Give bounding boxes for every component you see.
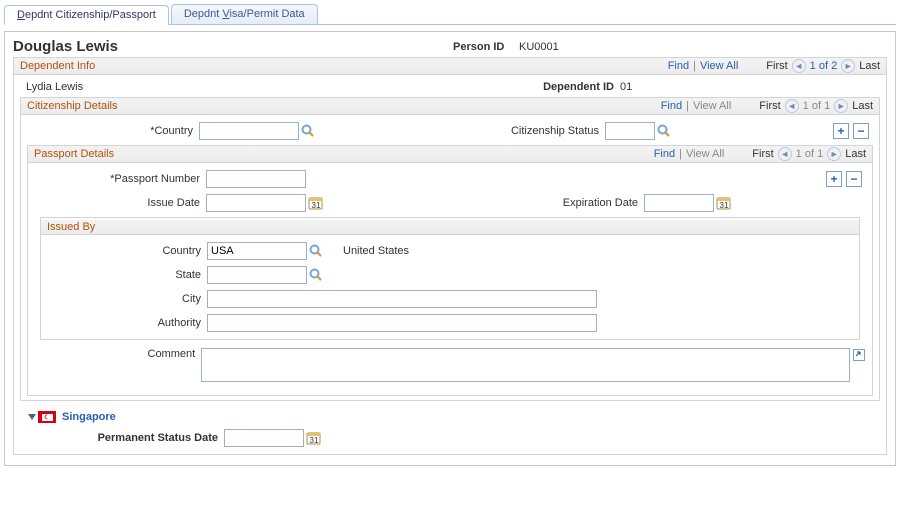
pager[interactable]: 1 of 2 [810, 60, 838, 72]
passport-content: *Passport Number + − Issue Date 31 Expir… [27, 163, 873, 396]
country-label: *Country [27, 125, 199, 137]
svg-text:31: 31 [310, 436, 319, 445]
svg-text:31: 31 [312, 201, 321, 210]
section-title: Issued By [47, 221, 95, 233]
dependent-name: Lydia Lewis [20, 81, 520, 93]
prev-button[interactable]: ◄ [778, 147, 792, 161]
passport-bar: Passport Details Find | View All First ◄… [27, 145, 873, 163]
passport-country-input[interactable] [207, 242, 307, 260]
country-label: Country [47, 245, 207, 257]
pager: 1 of 1 [796, 148, 824, 160]
tab-citizenship-passport[interactable]: Depdnt Citizenship/Passport [4, 5, 169, 25]
delete-row-button[interactable]: − [853, 123, 869, 139]
dependent-id-label: Dependent ID [520, 81, 620, 93]
svg-text:31: 31 [720, 201, 729, 210]
last-label: Last [852, 100, 873, 112]
singapore-section-link[interactable]: Singapore [62, 411, 116, 423]
citizenship-content: *Country Citizenship Status + − Passpor [20, 115, 880, 401]
dependent-info-content: Lydia Lewis Dependent ID 01 Citizenship … [13, 75, 887, 455]
person-name: Douglas Lewis [13, 38, 453, 55]
issued-by-bar: Issued By [41, 220, 859, 235]
status-label: Citizenship Status [475, 125, 605, 137]
singapore-flag-icon: ☾ [38, 411, 56, 423]
permanent-status-date-input[interactable] [224, 429, 304, 447]
view-all-label: View All [693, 100, 731, 112]
person-id-label: Person ID [453, 41, 519, 53]
section-title: Passport Details [34, 148, 114, 160]
prev-button[interactable]: ◄ [785, 99, 799, 113]
tab-label: Depdnt Citizenship/Passport [17, 9, 156, 21]
expiration-date-label: Expiration Date [514, 197, 644, 209]
page-body: Douglas Lewis Person ID KU0001 Dependent… [4, 31, 896, 466]
tab-strip: Depdnt Citizenship/Passport Depdnt Visa/… [4, 4, 896, 25]
pager: 1 of 1 [803, 100, 831, 112]
authority-input[interactable] [207, 314, 597, 332]
issue-date-input[interactable] [206, 194, 306, 212]
collapse-icon[interactable] [26, 411, 38, 423]
find-link[interactable]: Find [661, 100, 682, 112]
section-title: Citizenship Details [27, 100, 117, 112]
state-input[interactable] [207, 266, 307, 284]
next-button[interactable]: ► [834, 99, 848, 113]
add-row-button[interactable]: + [833, 123, 849, 139]
tab-visa-permit[interactable]: Depdnt Visa/Permit Data [171, 4, 318, 24]
comment-textarea[interactable] [201, 348, 850, 382]
view-all-label: View All [686, 148, 724, 160]
permanent-status-date-label: Permanent Status Date [44, 432, 224, 444]
next-button[interactable]: ► [841, 59, 855, 73]
lookup-icon[interactable] [309, 244, 323, 258]
calendar-icon[interactable]: 31 [306, 431, 322, 446]
section-title: Dependent Info [20, 60, 95, 72]
find-link[interactable]: Find [668, 60, 689, 72]
last-label: Last [859, 60, 880, 72]
lookup-icon[interactable] [309, 268, 323, 282]
calendar-icon[interactable]: 31 [716, 196, 732, 211]
prev-button[interactable]: ◄ [792, 59, 806, 73]
find-link[interactable]: Find [654, 148, 675, 160]
city-label: City [47, 293, 207, 305]
calendar-icon[interactable]: 31 [308, 196, 324, 211]
passport-number-label: *Passport Number [34, 173, 206, 185]
dependent-id: 01 [620, 81, 632, 93]
passport-number-input[interactable] [206, 170, 306, 188]
zoom-icon[interactable] [852, 348, 866, 362]
view-all-link[interactable]: View All [700, 60, 738, 72]
first-label: First [766, 60, 787, 72]
lookup-icon[interactable] [657, 124, 671, 138]
first-label: First [759, 100, 780, 112]
issue-date-label: Issue Date [34, 197, 206, 209]
state-label: State [47, 269, 207, 281]
add-row-button[interactable]: + [826, 171, 842, 187]
citizenship-bar: Citizenship Details Find | View All Firs… [20, 97, 880, 115]
comment-label: Comment [34, 348, 201, 360]
citizenship-status-input[interactable] [605, 122, 655, 140]
dependent-info-bar: Dependent Info Find | View All First ◄ 1… [13, 57, 887, 75]
citizenship-country-input[interactable] [199, 122, 299, 140]
tab-label: Depdnt Visa/Permit Data [184, 8, 305, 20]
delete-row-button[interactable]: − [846, 171, 862, 187]
expiration-date-input[interactable] [644, 194, 714, 212]
lookup-icon[interactable] [301, 124, 315, 138]
country-description: United States [343, 245, 409, 257]
first-label: First [752, 148, 773, 160]
authority-label: Authority [47, 317, 207, 329]
city-input[interactable] [207, 290, 597, 308]
next-button[interactable]: ► [827, 147, 841, 161]
last-label: Last [845, 148, 866, 160]
person-id: KU0001 [519, 41, 559, 53]
